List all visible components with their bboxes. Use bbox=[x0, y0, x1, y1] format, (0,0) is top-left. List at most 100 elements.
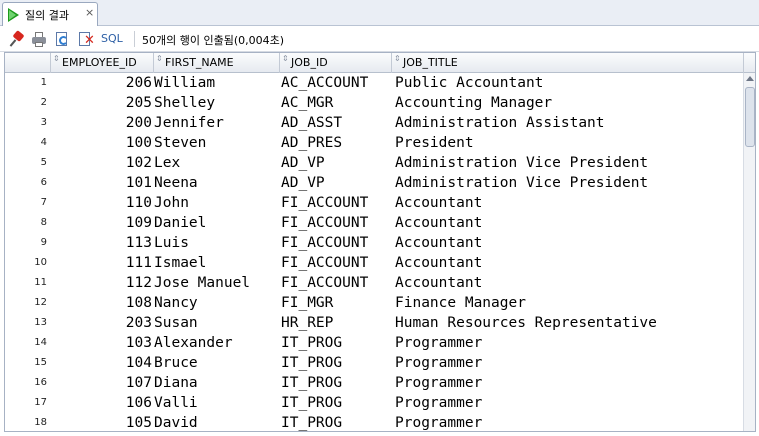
cell-job-id[interactable]: HR_REP bbox=[280, 313, 391, 333]
cell-first-name[interactable]: Steven bbox=[154, 133, 280, 153]
table-row[interactable]: 2 205 Shelley AC_MGR Accounting Manager bbox=[5, 93, 743, 113]
table-row[interactable]: 1 206 William AC_ACCOUNT Public Accountant bbox=[5, 73, 743, 93]
cell-job-id[interactable]: AD_VP bbox=[280, 173, 391, 193]
cell-job-id[interactable]: IT_PROG bbox=[280, 353, 391, 373]
cell-job-title[interactable]: Administration Assistant bbox=[391, 113, 743, 133]
table-row[interactable]: 10 111 Ismael FI_ACCOUNT Accountant bbox=[5, 253, 743, 273]
cell-first-name[interactable]: Valli bbox=[154, 393, 280, 413]
column-header-employee-id[interactable]: ⇕ EMPLOYEE_ID bbox=[51, 53, 154, 73]
table-row[interactable]: 7 110 John FI_ACCOUNT Accountant bbox=[5, 193, 743, 213]
cell-employee-id[interactable]: 101 bbox=[51, 173, 153, 193]
cell-first-name[interactable]: Daniel bbox=[154, 213, 280, 233]
cell-job-title[interactable]: Accountant bbox=[391, 233, 743, 253]
table-row[interactable]: 5 102 Lex AD_VP Administration Vice Presiden… bbox=[5, 153, 743, 173]
cell-job-title[interactable]: Programmer bbox=[391, 413, 743, 431]
tab-query-result[interactable]: 질의 결과 × bbox=[2, 2, 98, 26]
cell-job-title[interactable]: Accountant bbox=[391, 253, 743, 273]
cell-job-id[interactable]: AD_VP bbox=[280, 153, 391, 173]
cell-job-id[interactable]: IT_PROG bbox=[280, 373, 391, 393]
cell-first-name[interactable]: William bbox=[154, 73, 280, 93]
table-row[interactable]: 15 104 Bruce IT_PROG Programmer bbox=[5, 353, 743, 373]
cell-employee-id[interactable]: 108 bbox=[51, 293, 153, 313]
table-row[interactable]: 17 106 Valli IT_PROG Programmer bbox=[5, 393, 743, 413]
cell-job-title[interactable]: Administration Vice President bbox=[391, 153, 743, 173]
cell-job-title[interactable]: Public Accountant bbox=[391, 73, 743, 93]
table-row[interactable]: 18 105 David IT_PROG Programmer bbox=[5, 413, 743, 431]
cell-job-id[interactable]: FI_ACCOUNT bbox=[280, 273, 391, 293]
delete-icon[interactable]: ✕ bbox=[78, 31, 95, 47]
cell-employee-id[interactable]: 103 bbox=[51, 333, 153, 353]
table-row[interactable]: 11 112 Jose Manuel FI_ACCOUNT Accountant bbox=[5, 273, 743, 293]
cell-first-name[interactable]: Bruce bbox=[154, 353, 280, 373]
table-row[interactable]: 3 200 Jennifer AD_ASST Administration Assist… bbox=[5, 113, 743, 133]
cell-job-title[interactable]: Programmer bbox=[391, 393, 743, 413]
cell-job-id[interactable]: IT_PROG bbox=[280, 413, 391, 431]
cell-job-id[interactable]: FI_ACCOUNT bbox=[280, 253, 391, 273]
cell-job-id[interactable]: FI_ACCOUNT bbox=[280, 213, 391, 233]
cell-employee-id[interactable]: 100 bbox=[51, 133, 153, 153]
table-row[interactable]: 16 107 Diana IT_PROG Programmer bbox=[5, 373, 743, 393]
column-header-job-id[interactable]: ⇕ JOB_ID bbox=[280, 53, 392, 73]
cell-first-name[interactable]: Susan bbox=[154, 313, 280, 333]
cell-first-name[interactable]: Jennifer bbox=[154, 113, 280, 133]
cell-employee-id[interactable]: 110 bbox=[51, 193, 153, 213]
cell-employee-id[interactable]: 107 bbox=[51, 373, 153, 393]
cell-job-id[interactable]: IT_PROG bbox=[280, 333, 391, 353]
cell-first-name[interactable]: Luis bbox=[154, 233, 280, 253]
cell-employee-id[interactable]: 111 bbox=[51, 253, 153, 273]
cell-job-id[interactable]: AC_ACCOUNT bbox=[280, 73, 391, 93]
cell-job-title[interactable]: Programmer bbox=[391, 353, 743, 373]
scrollbar-thumb[interactable] bbox=[745, 87, 755, 147]
cell-employee-id[interactable]: 203 bbox=[51, 313, 153, 333]
table-row[interactable]: 8 109 Daniel FI_ACCOUNT Accountant bbox=[5, 213, 743, 233]
refresh-icon[interactable] bbox=[54, 31, 70, 47]
table-row[interactable]: 4 100 Steven AD_PRES President bbox=[5, 133, 743, 153]
cell-job-title[interactable]: Administration Vice President bbox=[391, 173, 743, 193]
table-row[interactable]: 13 203 Susan HR_REP Human Resources Represen… bbox=[5, 313, 743, 333]
cell-job-id[interactable]: FI_MGR bbox=[280, 293, 391, 313]
cell-job-title[interactable]: Accountant bbox=[391, 193, 743, 213]
cell-job-id[interactable]: AD_PRES bbox=[280, 133, 391, 153]
table-row[interactable]: 6 101 Neena AD_VP Administration Vice Presid… bbox=[5, 173, 743, 193]
cell-employee-id[interactable]: 102 bbox=[51, 153, 153, 173]
cell-employee-id[interactable]: 106 bbox=[51, 393, 153, 413]
cell-employee-id[interactable]: 205 bbox=[51, 93, 153, 113]
cell-employee-id[interactable]: 105 bbox=[51, 413, 153, 431]
cell-first-name[interactable]: Neena bbox=[154, 173, 280, 193]
cell-job-id[interactable]: AD_ASST bbox=[280, 113, 391, 133]
column-header-first-name[interactable]: ⇕ FIRST_NAME bbox=[154, 53, 280, 73]
cell-first-name[interactable]: John bbox=[154, 193, 280, 213]
cell-first-name[interactable]: Jose Manuel bbox=[154, 273, 280, 293]
sql-button[interactable]: SQL bbox=[101, 32, 123, 45]
cell-job-title[interactable]: Human Resources Representative bbox=[391, 313, 743, 333]
cell-employee-id[interactable]: 113 bbox=[51, 233, 153, 253]
scroll-up-icon[interactable] bbox=[746, 76, 754, 81]
cell-first-name[interactable]: Alexander bbox=[154, 333, 280, 353]
cell-job-title[interactable]: President bbox=[391, 133, 743, 153]
cell-job-id[interactable]: IT_PROG bbox=[280, 393, 391, 413]
cell-job-title[interactable]: Programmer bbox=[391, 373, 743, 393]
cell-first-name[interactable]: Nancy bbox=[154, 293, 280, 313]
cell-first-name[interactable]: Shelley bbox=[154, 93, 280, 113]
table-row[interactable]: 12 108 Nancy FI_MGR Finance Manager bbox=[5, 293, 743, 313]
cell-employee-id[interactable]: 206 bbox=[51, 73, 153, 93]
cell-employee-id[interactable]: 200 bbox=[51, 113, 153, 133]
cell-job-title[interactable]: Accounting Manager bbox=[391, 93, 743, 113]
table-row[interactable]: 14 103 Alexander IT_PROG Programmer bbox=[5, 333, 743, 353]
cell-employee-id[interactable]: 104 bbox=[51, 353, 153, 373]
cell-first-name[interactable]: David bbox=[154, 413, 280, 431]
cell-first-name[interactable]: Diana bbox=[154, 373, 280, 393]
cell-employee-id[interactable]: 112 bbox=[51, 273, 153, 293]
table-row[interactable]: 9 113 Luis FI_ACCOUNT Accountant bbox=[5, 233, 743, 253]
cell-job-title[interactable]: Accountant bbox=[391, 273, 743, 293]
pin-icon[interactable] bbox=[9, 30, 25, 47]
cell-first-name[interactable]: Ismael bbox=[154, 253, 280, 273]
vertical-scrollbar[interactable] bbox=[743, 73, 755, 431]
cell-job-title[interactable]: Accountant bbox=[391, 213, 743, 233]
cell-job-id[interactable]: FI_ACCOUNT bbox=[280, 233, 391, 253]
close-icon[interactable]: × bbox=[85, 6, 94, 19]
column-header-job-title[interactable]: ⇕ JOB_TITLE bbox=[392, 53, 744, 73]
cell-first-name[interactable]: Lex bbox=[154, 153, 280, 173]
cell-job-id[interactable]: AC_MGR bbox=[280, 93, 391, 113]
cell-job-title[interactable]: Programmer bbox=[391, 333, 743, 353]
